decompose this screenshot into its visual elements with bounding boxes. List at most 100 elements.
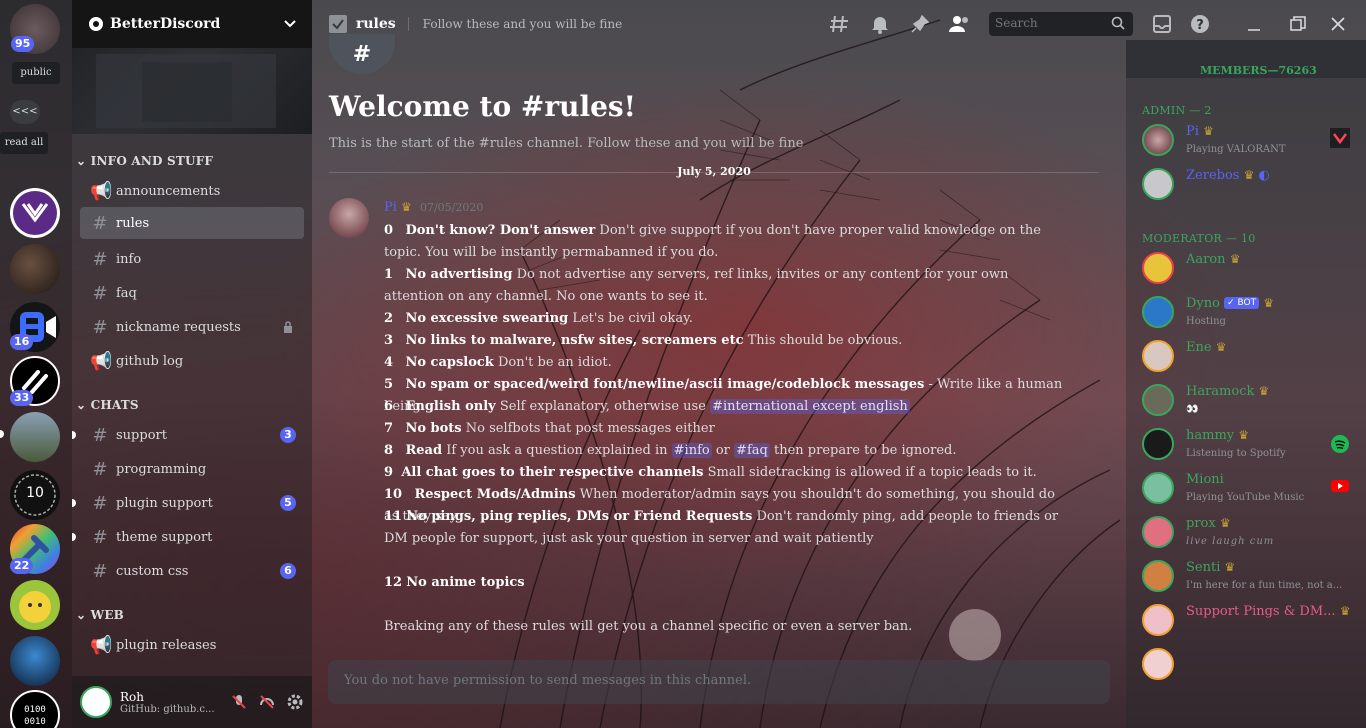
- deafen-icon[interactable]: [258, 693, 276, 711]
- avatar: [1142, 124, 1174, 156]
- maximize-icon[interactable]: [1290, 16, 1306, 32]
- crown-icon: ♛: [1243, 168, 1255, 182]
- hash-icon: #: [92, 316, 108, 338]
- avatar: [1142, 560, 1174, 592]
- channel-plugin-releases[interactable]: 📢 plugin releases: [80, 629, 304, 661]
- category-info-and-stuff[interactable]: ⌄ INFO AND STUFF: [76, 154, 213, 168]
- member-item[interactable]: Zerebos ♛ ◐: [1140, 164, 1360, 208]
- channel-theme-support[interactable]: # theme support: [72, 521, 304, 553]
- avatar: [1142, 472, 1174, 504]
- channel-faq[interactable]: # faq: [80, 277, 304, 309]
- rule-line: 7 No bots No selfbots that post messages…: [384, 421, 715, 436]
- unread-badge: 3: [280, 427, 296, 443]
- member-group-label: MODERATOR — 10: [1142, 232, 1256, 245]
- megaphone-icon: 📢: [90, 180, 113, 202]
- help-icon[interactable]: ?: [1190, 14, 1210, 34]
- channel-topic[interactable]: Follow these and you will be fine: [407, 17, 622, 31]
- chevron-down-icon: ⌄: [76, 608, 91, 622]
- guild-badge: 22: [10, 558, 34, 574]
- channel-mention[interactable]: #info: [671, 443, 712, 458]
- guild-avatar-8[interactable]: [10, 580, 60, 630]
- user-status: GitHub: github.c...: [120, 703, 215, 715]
- guild-betterdiscord[interactable]: [10, 188, 60, 238]
- gear-icon[interactable]: [286, 693, 304, 711]
- avatar: [1142, 252, 1174, 284]
- bell-icon[interactable]: [870, 14, 890, 34]
- threads-icon[interactable]: [830, 14, 852, 34]
- avatar[interactable]: [80, 686, 112, 718]
- message-input[interactable]: You do not have permission to send messa…: [328, 660, 1110, 704]
- inbox-icon[interactable]: [1152, 14, 1172, 34]
- close-icon[interactable]: [1330, 16, 1346, 32]
- bot-tag: ✓ BOT: [1224, 297, 1260, 309]
- category-web[interactable]: ⌄ WEB: [76, 608, 124, 622]
- avatar[interactable]: [329, 198, 369, 238]
- chevron-down-icon[interactable]: [284, 20, 296, 28]
- members-icon[interactable]: [948, 14, 972, 34]
- member-item[interactable]: Support Pings & DM... ♛: [1140, 600, 1360, 644]
- member-item[interactable]: Pi ♛ Playing VALORANT: [1140, 120, 1360, 164]
- member-item[interactable]: Ene ♛: [1140, 336, 1360, 380]
- channel-rules[interactable]: # rules: [80, 207, 304, 239]
- member-item[interactable]: Mioni Playing YouTube Music: [1140, 468, 1360, 512]
- crown-icon: ♛: [1215, 340, 1227, 354]
- channel-mention[interactable]: #faq: [734, 443, 770, 458]
- channel-mention[interactable]: #international except english: [710, 399, 910, 414]
- channel-hash-badge-icon: #: [329, 34, 395, 74]
- member-list: ADMIN — 2 Pi ♛ Playing VALORANT Zerebos …: [1126, 78, 1366, 728]
- category-chats[interactable]: ⌄ CHATS: [76, 398, 139, 412]
- read-all-button[interactable]: read all: [0, 132, 48, 154]
- minimize-icon[interactable]: [1246, 14, 1262, 34]
- avatar: [1142, 604, 1174, 636]
- rule-line: 11 No pings, ping replies, DMs or Friend…: [384, 509, 1059, 546]
- guild-avatar-10[interactable]: 0100 0010: [10, 690, 60, 728]
- pin-icon[interactable]: [910, 14, 930, 34]
- message-author[interactable]: Pi: [384, 200, 397, 215]
- members-header: MEMBERS—76263: [1126, 40, 1366, 78]
- guild-avatar-9[interactable]: [10, 636, 60, 686]
- member-item[interactable]: hammy ♛ Listening to Spotify: [1140, 424, 1360, 468]
- channel-github-log[interactable]: 📢 github log: [80, 345, 304, 377]
- public-toggle[interactable]: public: [12, 62, 60, 84]
- collapse-button[interactable]: <<<: [10, 100, 40, 124]
- betterdiscord-logo-icon: [13, 191, 57, 235]
- rule-line: 0 Don't know? Don't answer Don't give su…: [384, 223, 1041, 260]
- channel-info[interactable]: # info: [80, 243, 304, 275]
- member-item[interactable]: [1140, 644, 1360, 688]
- spotify-icon: [1331, 435, 1349, 453]
- username: Roh: [120, 689, 144, 704]
- avatar: [1142, 516, 1174, 548]
- member-item[interactable]: Haramock ♛ 👀: [1140, 380, 1360, 424]
- channel-announcements[interactable]: 📢 announcements: [80, 175, 304, 207]
- channel-plugin-support[interactable]: # plugin support 5: [72, 487, 304, 519]
- hash-icon: #: [92, 458, 108, 480]
- member-item[interactable]: prox ♛ live laugh cum: [1140, 512, 1360, 556]
- rule-line: 1 No advertising Do not advertise any se…: [384, 267, 1009, 304]
- crown-icon: ♛: [1203, 124, 1214, 138]
- member-group-label: ADMIN — 2: [1142, 104, 1212, 117]
- mute-icon[interactable]: [230, 693, 248, 711]
- guild-avatar-2[interactable]: [10, 244, 60, 294]
- crown-icon: ♛: [1339, 604, 1351, 618]
- svg-text:0010: 0010: [24, 717, 46, 727]
- server-header[interactable]: BetterDiscord: [72, 0, 312, 48]
- member-item[interactable]: Senti ♛ I'm here for a fun time, not a..…: [1140, 556, 1360, 600]
- guild-avatar-5[interactable]: [10, 412, 60, 462]
- search-icon: [1111, 16, 1125, 30]
- moon-emoji-icon: ◐: [1258, 168, 1270, 183]
- channel-custom-css[interactable]: # custom css 6: [80, 555, 304, 587]
- crown-icon: ♛: [1258, 384, 1270, 398]
- unread-badge: 6: [280, 563, 296, 579]
- valorant-icon: [1330, 128, 1350, 148]
- crown-icon: ♛: [1219, 516, 1231, 530]
- mention-count-badge: 95: [11, 36, 35, 52]
- hash-icon: #: [92, 282, 108, 304]
- channel-programming[interactable]: # programming: [80, 453, 304, 485]
- avatar: [1142, 384, 1174, 416]
- member-item[interactable]: Aaron ♛: [1140, 248, 1360, 292]
- channel-nickname-requests[interactable]: # nickname requests: [80, 311, 304, 343]
- guild-avatar-6[interactable]: 10: [10, 470, 60, 520]
- channel-support[interactable]: # support 3: [72, 419, 304, 451]
- crown-icon: ♛: [1263, 296, 1275, 310]
- member-item[interactable]: Dyno ✓ BOT ♛ Hosting: [1140, 292, 1360, 336]
